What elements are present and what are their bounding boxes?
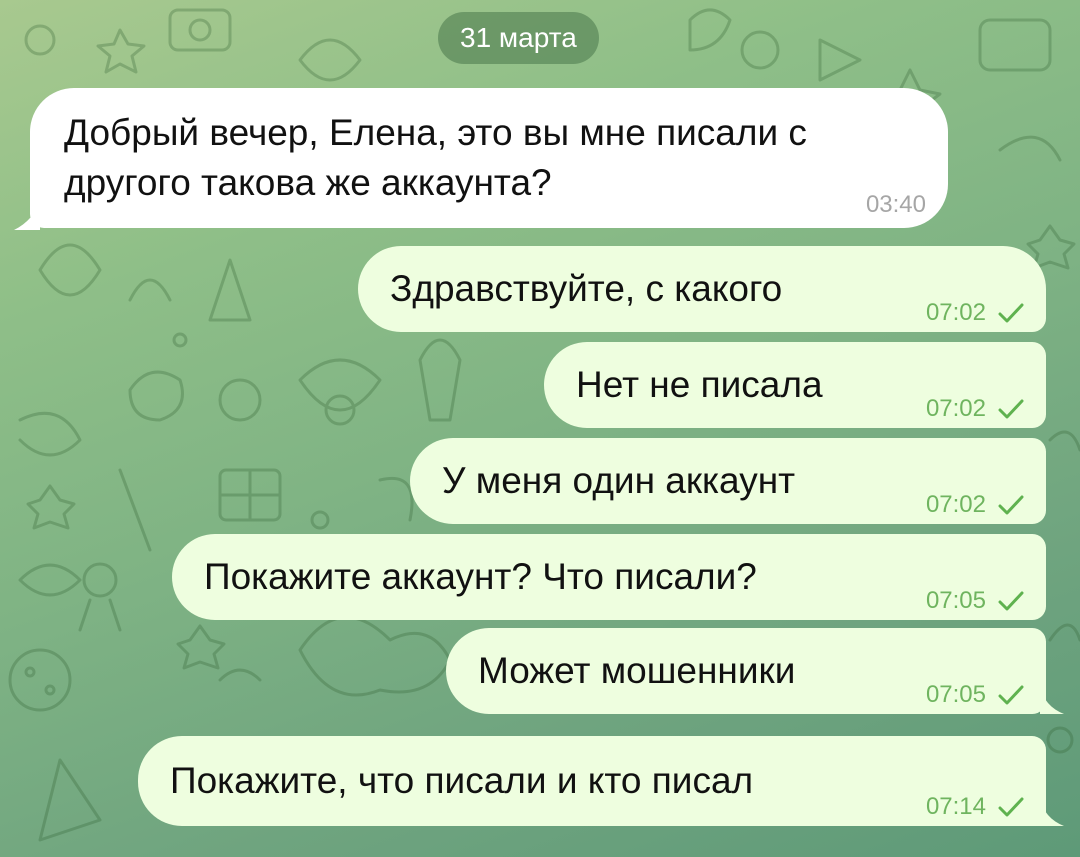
message-meta: 07:02: [926, 288, 1024, 338]
check-icon: [998, 797, 1024, 817]
message-time: 07:02: [925, 299, 986, 326]
bubble-tail-icon: [14, 200, 40, 230]
message-meta: 07:05: [926, 670, 1024, 720]
message-time: 07:05: [925, 681, 986, 708]
message-bubble-outgoing[interactable]: Здравствуйте, с какого 07:02: [358, 246, 1046, 332]
message-text: Покажите аккаунт? Что писали?: [204, 556, 757, 597]
message-time: 03:40: [865, 191, 926, 218]
message-bubble-outgoing[interactable]: Покажите, что писали и кто писал 07:14: [138, 736, 1046, 826]
message-time: 07:02: [925, 491, 986, 518]
message-meta: 07:14: [926, 782, 1024, 832]
message-text: Здравствуйте, с какого: [390, 268, 783, 309]
check-icon: [998, 399, 1024, 419]
check-icon: [998, 685, 1024, 705]
message-bubble-outgoing[interactable]: Покажите аккаунт? Что писали? 07:05: [172, 534, 1046, 620]
message-bubble-outgoing[interactable]: Нет не писала 07:02: [544, 342, 1046, 428]
check-icon: [998, 495, 1024, 515]
message-meta: 07:02: [926, 480, 1024, 530]
message-text: Может мошенники: [478, 650, 796, 691]
message-bubble-outgoing[interactable]: У меня один аккаунт 07:02: [410, 438, 1046, 524]
message-time: 07:05: [925, 587, 986, 614]
message-text: Нет не писала: [576, 364, 823, 405]
message-bubble-outgoing[interactable]: Может мошенники 07:05: [446, 628, 1046, 714]
date-separator: 31 марта: [438, 12, 599, 64]
message-meta: 03:40: [866, 180, 926, 230]
message-bubble-incoming[interactable]: Добрый вечер, Елена, это вы мне писали с…: [30, 88, 948, 228]
message-text: Покажите, что писали и кто писал: [170, 760, 754, 801]
check-icon: [998, 303, 1024, 323]
message-meta: 07:05: [926, 576, 1024, 626]
check-icon: [998, 591, 1024, 611]
message-time: 07:14: [925, 793, 986, 820]
message-text: Добрый вечер, Елена, это вы мне писали с…: [64, 112, 807, 203]
bubble-tail-icon: [1040, 798, 1064, 826]
message-time: 07:02: [925, 395, 986, 422]
message-meta: 07:02: [926, 384, 1024, 434]
message-text: У меня один аккаунт: [442, 460, 796, 501]
bubble-tail-icon: [1040, 686, 1064, 714]
